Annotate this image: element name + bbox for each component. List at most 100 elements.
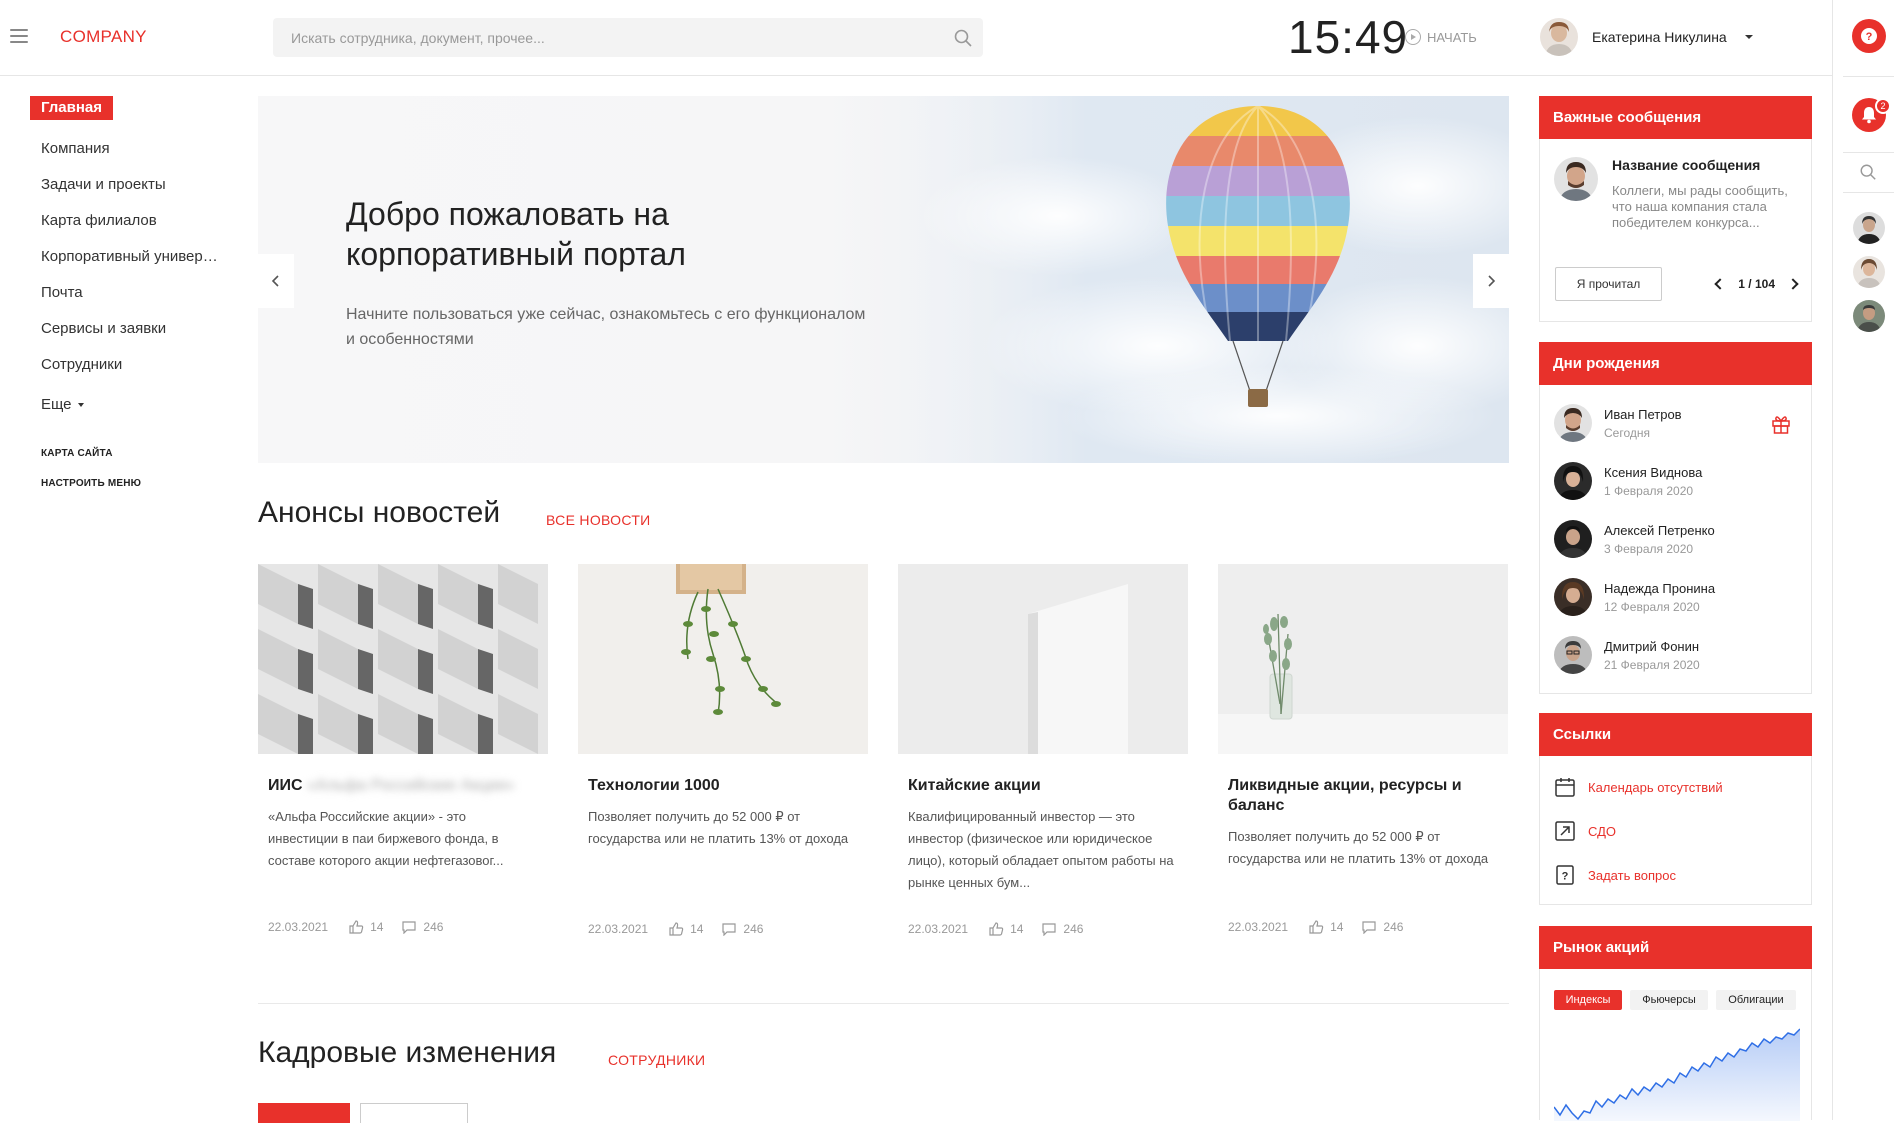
welcome-banner: Добро пожаловать на корпоративный портал… xyxy=(258,96,1509,463)
tab-futures[interactable]: Фьючерсы xyxy=(1630,990,1708,1010)
top-header: COMPANY 15:49 НАЧАТЬ Екатерина Никулина xyxy=(0,0,1832,76)
like-icon[interactable] xyxy=(988,922,1004,936)
person-avatar xyxy=(1554,462,1592,500)
mark-read-button[interactable]: Я прочитал xyxy=(1555,267,1662,301)
link-absence-calendar[interactable]: Календарь отсутствий xyxy=(1554,776,1723,798)
birthday-item[interactable]: Надежда Пронина 12 Февраля 2020 xyxy=(1554,578,1715,616)
chevron-right-icon[interactable] xyxy=(1787,278,1799,290)
like-icon[interactable] xyxy=(668,922,684,936)
person-avatar xyxy=(1554,578,1592,616)
birthday-item[interactable]: Алексей Петренко 3 Февраля 2020 xyxy=(1554,520,1715,558)
contact-avatar[interactable] xyxy=(1853,300,1885,332)
news-date: 22.03.2021 xyxy=(908,922,969,936)
play-icon xyxy=(1405,29,1421,45)
news-card[interactable]: ИИС «Альфа Российские Акции» «Альфа Росс… xyxy=(258,564,548,934)
chevron-down-icon[interactable] xyxy=(1744,35,1753,39)
chevron-left-icon[interactable] xyxy=(1714,278,1726,290)
link-label: Календарь отсутствий xyxy=(1588,779,1723,795)
hr-tab[interactable] xyxy=(360,1103,468,1123)
banner-prev-button[interactable] xyxy=(258,254,294,308)
birthday-item[interactable]: Иван Петров Сегодня xyxy=(1554,404,1682,442)
tab-bonds[interactable]: Облигации xyxy=(1716,990,1796,1010)
start-label: НАЧАТЬ xyxy=(1427,29,1477,45)
links-title: Ссылки xyxy=(1539,713,1812,756)
company-logo[interactable]: COMPANY xyxy=(60,27,147,47)
start-button[interactable]: НАЧАТЬ xyxy=(1405,29,1477,45)
user-name: Екатерина Никулина xyxy=(1592,29,1727,45)
nav-item-mail[interactable]: Почта xyxy=(30,275,230,311)
menu-burger-icon[interactable] xyxy=(10,29,28,43)
link-ask-question[interactable]: ? Задать вопрос xyxy=(1554,864,1676,886)
message-pager: 1 / 104 xyxy=(1714,277,1799,291)
news-card-meta: 22.03.2021 14 246 xyxy=(588,922,763,936)
gift-icon[interactable] xyxy=(1770,413,1792,435)
chevron-right-icon xyxy=(1488,275,1496,287)
comment-icon[interactable] xyxy=(401,920,417,934)
market-index-sparkline xyxy=(1554,1028,1800,1121)
all-news-link[interactable]: ВСЕ НОВОСТИ xyxy=(546,512,651,528)
link-sdo[interactable]: СДО xyxy=(1554,820,1616,842)
news-card-text: Позволяет получить до 52 000 ₽ от госуда… xyxy=(1228,829,1489,866)
rail-divider xyxy=(1843,192,1894,193)
news-card[interactable]: Китайские акции Квалифицированный инвест… xyxy=(898,564,1188,936)
message-author-avatar xyxy=(1554,157,1598,201)
hr-tab-active[interactable] xyxy=(258,1103,350,1123)
news-card-title: Китайские акции xyxy=(908,777,1041,794)
nav-item-more[interactable]: Еще xyxy=(30,387,230,423)
user-menu[interactable]: Екатерина Никулина xyxy=(1540,18,1753,56)
person-avatar xyxy=(1554,520,1592,558)
birthday-date: 3 Февраля 2020 xyxy=(1604,541,1694,556)
birthday-date: 12 Февраля 2020 xyxy=(1604,599,1700,614)
calendar-icon xyxy=(1555,778,1575,797)
right-rail: ? 2 xyxy=(1832,0,1903,1120)
nav-item-company[interactable]: Компания xyxy=(30,131,230,167)
help-button[interactable]: ? xyxy=(1852,19,1886,53)
tab-indices[interactable]: Индексы xyxy=(1554,990,1622,1010)
news-image xyxy=(258,564,548,754)
comment-count: 246 xyxy=(743,922,764,936)
banner-next-button[interactable] xyxy=(1473,254,1509,308)
birthday-item[interactable]: Дмитрий Фонин 21 Февраля 2020 xyxy=(1554,636,1700,674)
svg-text:?: ? xyxy=(1562,871,1569,883)
message-text: Коллеги, мы рады сообщить, что наша комп… xyxy=(1612,183,1788,230)
contact-avatar[interactable] xyxy=(1853,256,1885,288)
news-card-title-blurred: «Альфа Российские Акции» xyxy=(307,777,515,794)
person-name: Алексей Петренко xyxy=(1604,522,1715,538)
comment-count: 246 xyxy=(1383,920,1404,934)
comment-icon[interactable] xyxy=(721,922,737,936)
comment-icon[interactable] xyxy=(1361,920,1377,934)
like-icon[interactable] xyxy=(348,920,364,934)
nav-more-label: Еще xyxy=(41,396,72,413)
birthday-item[interactable]: Ксения Виднова 1 Февраля 2020 xyxy=(1554,462,1702,500)
nav-item-employees[interactable]: Сотрудники xyxy=(30,347,230,383)
hr-section-title: Кадровые изменения xyxy=(258,1036,557,1069)
search-input[interactable] xyxy=(291,18,931,57)
comment-icon[interactable] xyxy=(1041,922,1057,936)
like-icon[interactable] xyxy=(1308,920,1324,934)
nav-item-university[interactable]: Корпоративный университет xyxy=(30,239,230,275)
balloon-illustration xyxy=(858,96,1509,463)
like-count: 14 xyxy=(1010,922,1024,936)
sitemap-link[interactable]: КАРТА САЙТА xyxy=(30,439,230,469)
comment-count: 246 xyxy=(1063,922,1084,936)
nav-item-branches-map[interactable]: Карта филиалов xyxy=(30,203,230,239)
configure-menu-link[interactable]: НАСТРОИТЬ МЕНЮ xyxy=(30,469,230,499)
person-name: Иван Петров xyxy=(1604,406,1682,422)
section-divider xyxy=(258,1003,1509,1004)
contact-avatar[interactable] xyxy=(1853,212,1885,244)
news-card-title-text: ИИС xyxy=(268,777,303,794)
nav-item-services[interactable]: Сервисы и заявки xyxy=(30,311,230,347)
search-icon[interactable] xyxy=(953,28,973,48)
like-count: 14 xyxy=(1330,920,1344,934)
nav-item-home[interactable]: Главная xyxy=(30,96,114,120)
news-date: 22.03.2021 xyxy=(268,920,329,934)
link-label: СДО xyxy=(1588,823,1617,839)
search-icon[interactable] xyxy=(1859,163,1877,181)
news-card[interactable]: Ликвидные акции, ресурсы и баланс Позвол… xyxy=(1218,564,1508,934)
employees-link[interactable]: СОТРУДНИКИ xyxy=(608,1052,705,1068)
news-card-text: «Альфа Российские акции» - это инвестици… xyxy=(268,809,504,868)
news-image xyxy=(578,564,868,754)
nav-item-tasks[interactable]: Задачи и проекты xyxy=(30,167,230,203)
person-name: Дмитрий Фонин xyxy=(1604,638,1700,654)
news-card[interactable]: Технологии 1000 Позволяет получить до 52… xyxy=(578,564,868,936)
